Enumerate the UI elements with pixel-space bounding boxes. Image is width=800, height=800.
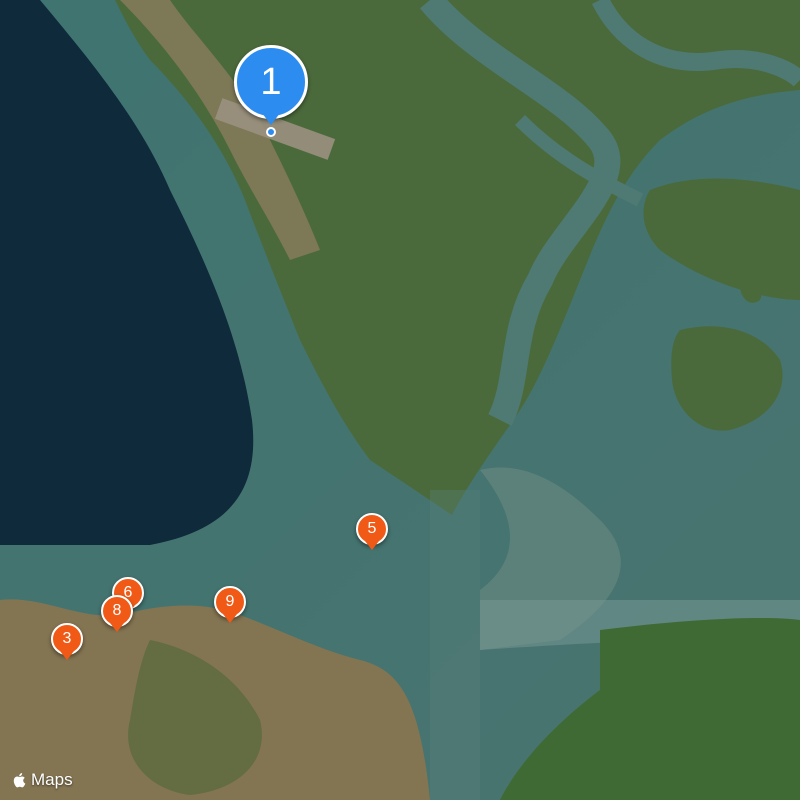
map-marker-5[interactable]: 5	[356, 513, 388, 550]
map-marker-9[interactable]: 9	[214, 586, 246, 623]
marker-1-label: 1	[234, 45, 308, 119]
map-marker-3[interactable]: 3	[51, 623, 83, 660]
apple-logo-icon	[13, 773, 26, 788]
attribution-text: Maps	[31, 770, 73, 789]
map-marker-8[interactable]: 8	[101, 595, 133, 632]
location-dot-icon	[266, 127, 276, 137]
map-marker-1[interactable]: 1	[234, 45, 308, 137]
map-view[interactable]: 1 5 6 9 8 3 Maps	[0, 0, 800, 800]
maps-attribution: Maps	[12, 770, 73, 790]
satellite-imagery	[0, 0, 800, 800]
